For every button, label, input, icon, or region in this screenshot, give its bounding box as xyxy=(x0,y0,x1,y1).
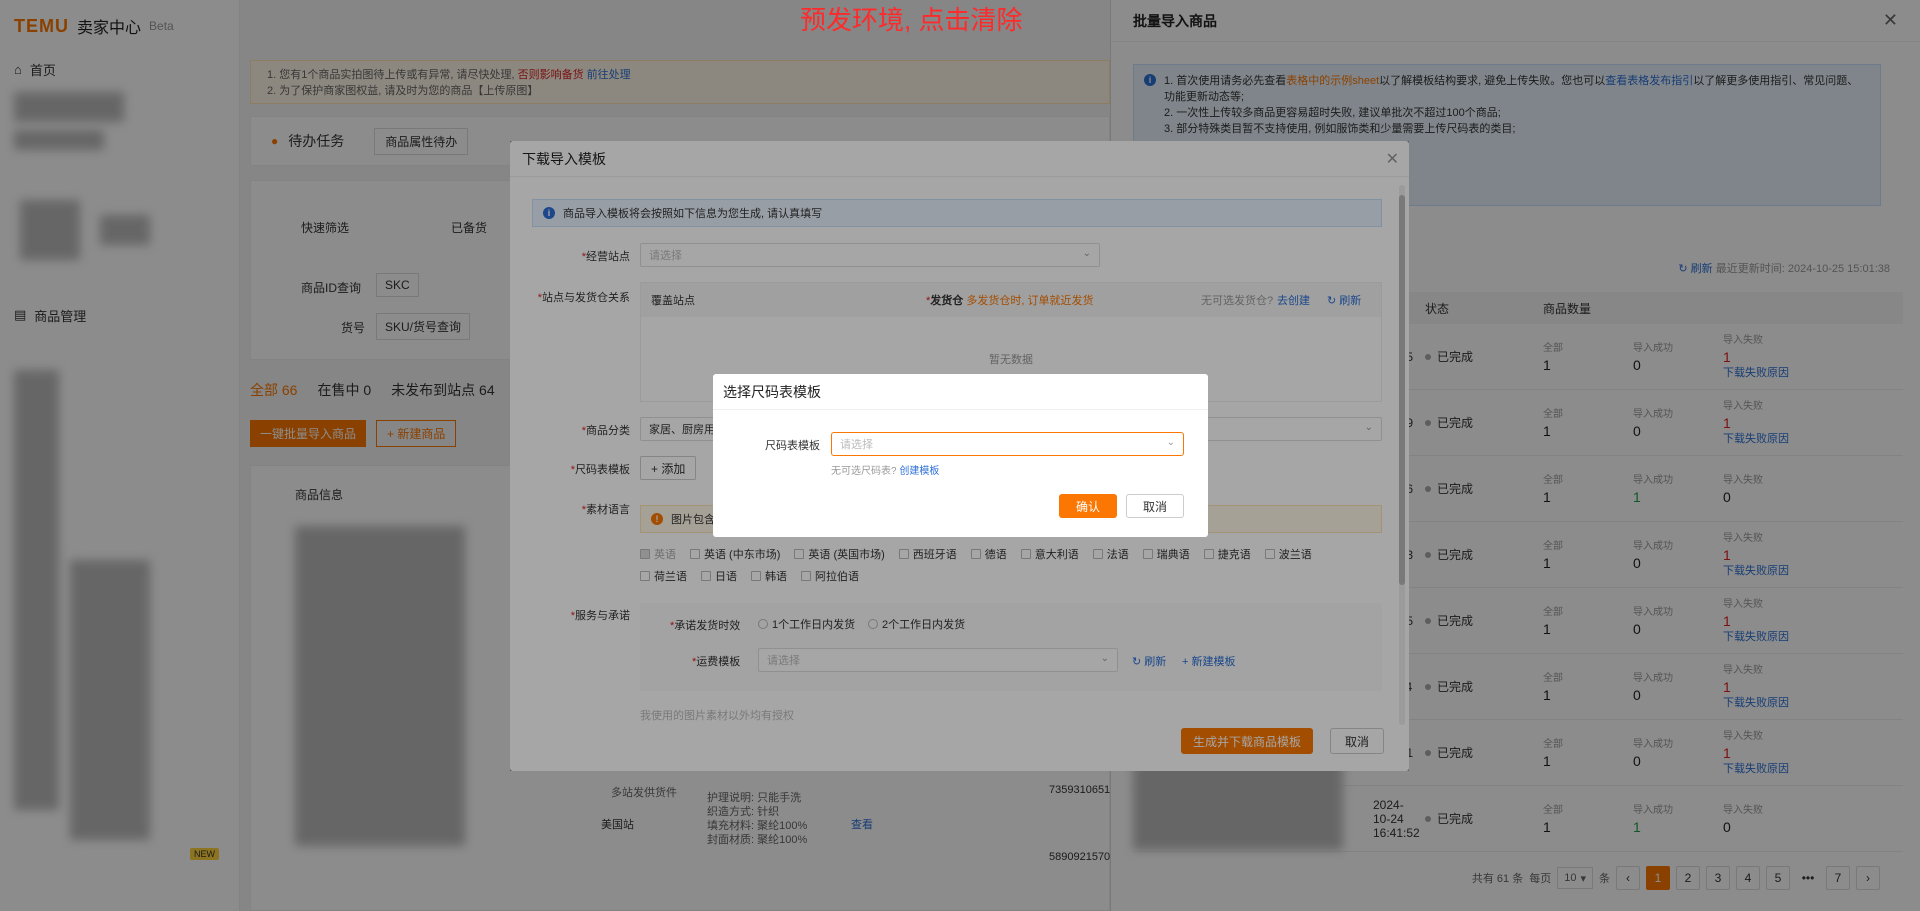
size-template-select[interactable]: 请选择 ⌄ xyxy=(831,432,1184,456)
app-root: TEMU 卖家中心 Beta ⌂ 首页 ▤ 商品管理 NEW 1. 您有1个商品… xyxy=(0,0,1920,911)
create-template-link[interactable]: 创建模板 xyxy=(899,466,939,477)
size-hint: 无可选尺码表? 创建模板 xyxy=(831,462,939,477)
chevron-down-icon: ⌄ xyxy=(1166,437,1175,448)
size-template-placeholder: 请选择 xyxy=(840,439,873,451)
cancel-button[interactable]: 取消 xyxy=(1126,494,1184,518)
env-banner[interactable]: 预发环境, 点击清除 xyxy=(800,0,1022,37)
size-chart-modal: 选择尺码表模板 尺码表模板 请选择 ⌄ 无可选尺码表? 创建模板 确认 取消 xyxy=(713,374,1208,537)
hint-text: 无可选尺码表? xyxy=(831,466,897,477)
modal-title: 选择尺码表模板 xyxy=(713,374,1208,410)
size-template-label: 尺码表模板 xyxy=(765,440,820,452)
confirm-button[interactable]: 确认 xyxy=(1059,494,1117,518)
